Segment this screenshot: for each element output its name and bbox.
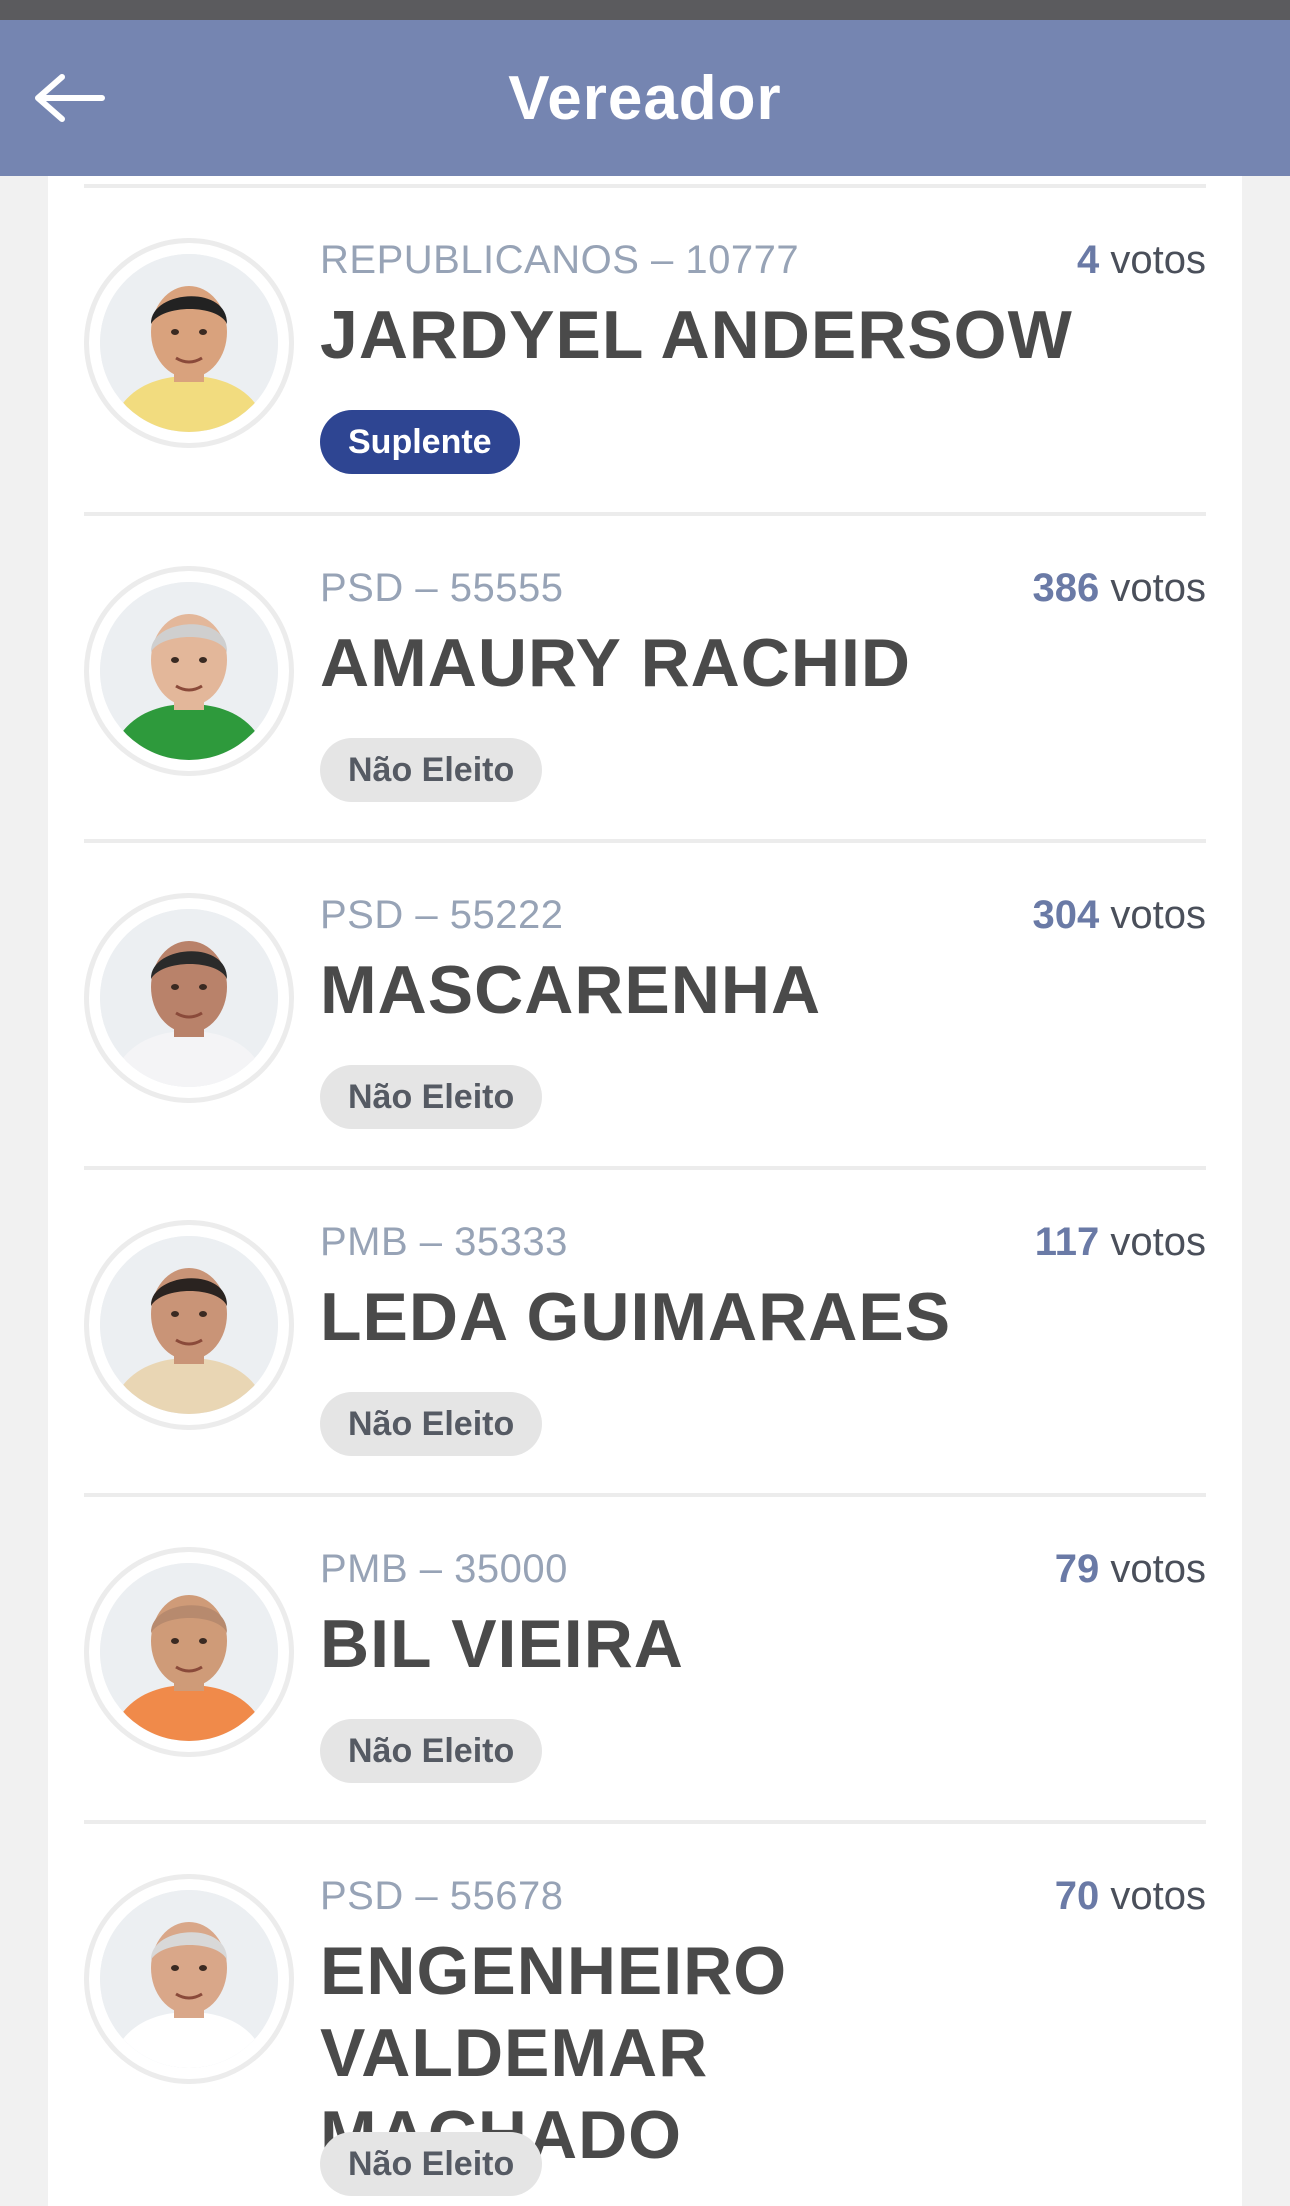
votes-count: 304: [1032, 893, 1100, 937]
votes-unit: votos: [1110, 238, 1206, 282]
candidate-party: PSD – 55678: [320, 1874, 564, 1918]
candidate-party: PSD – 55222: [320, 893, 564, 937]
back-button[interactable]: [26, 55, 112, 141]
status-badge: Suplente: [320, 410, 520, 474]
votes-unit: votos: [1110, 1220, 1206, 1264]
votes-count: 386: [1032, 566, 1100, 610]
status-badge: Não Eleito: [320, 738, 543, 802]
candidate-row[interactable]: PSD – 55678 70 votos ENGENHEIRO VALDEMAR…: [84, 1824, 1206, 2206]
candidate-avatar: [84, 566, 294, 776]
arrow-left-icon: [35, 74, 105, 122]
candidate-row[interactable]: REPUBLICANOS – 10777 4 votos JARDYEL AND…: [84, 188, 1206, 516]
candidate-row[interactable]: PMB – 35333 117 votos LEDA GUIMARAES Não…: [84, 1170, 1206, 1497]
candidate-name: JARDYEL ANDERSOW: [320, 297, 1073, 373]
votes-count: 70: [1054, 1874, 1100, 1918]
votes-unit: votos: [1110, 566, 1206, 610]
candidate-photo: [100, 1236, 278, 1414]
status-badge: Não Eleito: [320, 2132, 543, 2196]
candidate-votes: 79 votos: [1055, 1547, 1206, 1592]
candidate-photo: [100, 1563, 278, 1741]
candidate-list: REPUBLICANOS – 10777 4 votos JARDYEL AND…: [48, 176, 1242, 2206]
candidate-votes: 304 votos: [1033, 893, 1206, 938]
page-title: Vereador: [508, 63, 782, 133]
candidate-party: PMB – 35333: [320, 1220, 568, 1264]
candidate-avatar: [84, 1220, 294, 1430]
candidate-photo: [100, 254, 278, 432]
candidate-avatar: [84, 893, 294, 1103]
candidate-row[interactable]: PMB – 35000 79 votos BIL VIEIRA Não Elei…: [84, 1497, 1206, 1824]
candidate-name: BIL VIEIRA: [320, 1606, 684, 1682]
candidate-avatar: [84, 1874, 294, 2084]
candidate-votes: 117 votos: [1035, 1220, 1206, 1265]
votes-unit: votos: [1110, 1547, 1206, 1591]
status-bar: [0, 0, 1290, 20]
status-badge: Não Eleito: [320, 1392, 543, 1456]
candidate-photo: [100, 582, 278, 760]
candidate-row[interactable]: PSD – 55222 304 votos MASCARENHA Não Ele…: [84, 843, 1206, 1170]
candidate-photo: [100, 1890, 278, 2068]
app-header: Vereador: [0, 20, 1290, 176]
candidate-votes: 70 votos: [1055, 1874, 1206, 1919]
candidate-name: LEDA GUIMARAES: [320, 1279, 952, 1355]
candidate-photo: [100, 909, 278, 1087]
status-badge: Não Eleito: [320, 1065, 543, 1129]
votes-unit: votos: [1110, 1874, 1206, 1918]
status-badge: Não Eleito: [320, 1719, 543, 1783]
votes-count: 117: [1034, 1220, 1100, 1264]
candidate-party: REPUBLICANOS – 10777: [320, 238, 800, 282]
candidate-row[interactable]: PSD – 55555 386 votos AMAURY RACHID Não …: [84, 516, 1206, 843]
candidate-party: PMB – 35000: [320, 1547, 568, 1591]
votes-unit: votos: [1110, 893, 1206, 937]
votes-count: 79: [1054, 1547, 1100, 1591]
candidate-name: AMAURY RACHID: [320, 625, 911, 701]
candidate-party: PSD – 55555: [320, 566, 564, 610]
candidate-avatar: [84, 1547, 294, 1757]
candidate-avatar: [84, 238, 294, 448]
candidate-votes: 4 votos: [1077, 238, 1206, 283]
candidate-name: MASCARENHA: [320, 952, 822, 1028]
votes-count: 4: [1077, 238, 1100, 282]
candidate-votes: 386 votos: [1033, 566, 1206, 611]
